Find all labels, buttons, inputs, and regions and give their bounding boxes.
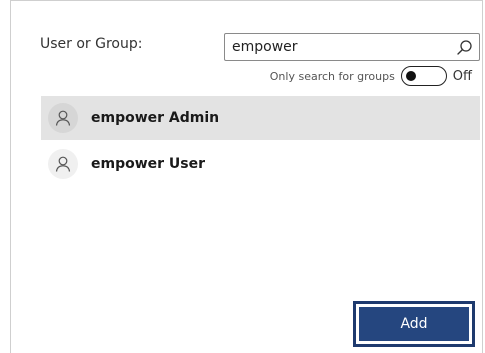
toggle-caption: Only search for groups <box>269 69 395 83</box>
search-input[interactable] <box>232 37 447 57</box>
result-name: empower User <box>91 156 206 172</box>
search-icon[interactable] <box>456 39 473 56</box>
person-icon <box>55 110 71 126</box>
avatar <box>48 103 78 133</box>
user-or-group-label: User or Group: <box>40 36 143 52</box>
add-button[interactable]: Add <box>359 307 469 341</box>
group-search-toggle-row: Only search for groups Off <box>270 65 472 87</box>
avatar <box>48 149 78 179</box>
result-list: empower Admin empower User <box>41 96 480 188</box>
add-button-focus-ring: Add <box>353 301 475 347</box>
list-item[interactable]: empower User <box>41 142 480 186</box>
toggle-knob <box>405 71 416 81</box>
result-name: empower Admin <box>91 110 220 126</box>
toggle-state-label: Off <box>452 68 472 84</box>
search-box[interactable] <box>224 33 480 61</box>
list-item[interactable]: empower Admin <box>41 96 480 140</box>
only-groups-toggle[interactable] <box>400 66 447 86</box>
person-icon <box>55 156 71 172</box>
